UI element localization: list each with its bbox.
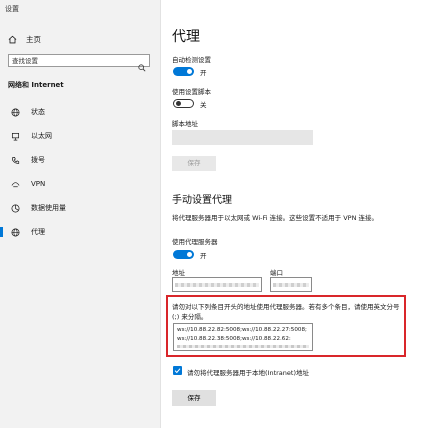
search-icon[interactable] — [138, 57, 146, 76]
sidebar-home[interactable]: 主页 — [8, 32, 41, 46]
sidebar-section-title: 网络和 Internet — [8, 81, 64, 89]
sidebar-item-ethernet[interactable]: 以太网 — [0, 129, 159, 143]
sidebar-home-label: 主页 — [26, 34, 41, 44]
use-proxy-toggle[interactable] — [173, 250, 194, 259]
use-script-label: 使用设置脚本 — [172, 88, 211, 96]
auto-detect-state: 开 — [200, 69, 207, 77]
globe-icon — [9, 108, 21, 117]
sidebar-item-label: VPN — [31, 180, 46, 188]
manual-proxy-description: 将代理服务器用于以太网或 Wi-Fi 连接。这些设置不适用于 VPN 连接。 — [172, 214, 379, 222]
script-save-button: 保存 — [172, 156, 216, 171]
ethernet-icon — [9, 132, 21, 141]
data-usage-icon — [9, 204, 21, 213]
script-address-label: 脚本地址 — [172, 120, 198, 128]
use-script-toggle[interactable] — [173, 99, 194, 108]
port-label: 端口 — [270, 269, 283, 277]
use-script-state: 关 — [200, 101, 207, 109]
script-address-input — [172, 130, 313, 145]
proxy-port-input[interactable] — [270, 277, 312, 292]
sidebar-item-proxy[interactable]: 代理 — [0, 225, 159, 239]
sidebar-item-label: 拨号 — [31, 156, 45, 164]
page-title: 代理 — [172, 29, 200, 45]
manual-proxy-title: 手动设置代理 — [172, 195, 232, 206]
sidebar-item-label: 状态 — [31, 108, 45, 116]
sidebar-item-dialup[interactable]: 拨号 — [0, 153, 159, 167]
globe-icon — [9, 228, 21, 237]
proxy-exceptions-value: ws://10.88.22.82:5008;ws://10.88.22.27:5… — [177, 327, 307, 342]
phone-icon — [9, 156, 21, 165]
sidebar: 设置 主页 网络和 Internet 状态 以太网 拨号 VP — [0, 0, 161, 428]
address-label: 地址 — [172, 269, 185, 277]
proxy-exceptions-textarea[interactable]: ws://10.88.22.82:5008;ws://10.88.22.27:5… — [173, 323, 313, 351]
home-icon — [8, 35, 17, 44]
auto-detect-label: 自动检测设置 — [172, 56, 211, 64]
sidebar-item-label: 以太网 — [31, 132, 52, 140]
sidebar-item-data-usage[interactable]: 数据使用量 — [0, 201, 159, 215]
vpn-icon — [9, 180, 21, 189]
sidebar-item-label: 数据使用量 — [31, 204, 66, 212]
proxy-address-input[interactable] — [172, 277, 262, 292]
exceptions-description: 请勿对以下列条目开头的地址使用代理服务器。若有多个条目，请使用英文分号 (;) … — [172, 303, 400, 321]
search-input[interactable] — [12, 55, 130, 66]
save-button[interactable]: 保存 — [172, 390, 216, 406]
sidebar-item-label: 代理 — [31, 228, 45, 236]
proxy-settings-panel: 代理 自动检测设置 开 使用设置脚本 关 脚本地址 保存 手动设置代理 将代理服… — [160, 0, 432, 428]
sidebar-item-vpn[interactable]: VPN — [0, 177, 159, 191]
settings-search[interactable] — [8, 54, 150, 72]
sidebar-item-status[interactable]: 状态 — [0, 105, 159, 119]
checkmark-icon — [174, 368, 181, 374]
bypass-local-checkbox[interactable] — [173, 366, 182, 375]
bypass-local-label: 请勿将代理服务器用于本地(Intranet)地址 — [187, 369, 309, 377]
auto-detect-toggle[interactable] — [173, 67, 194, 76]
use-proxy-state: 开 — [200, 252, 207, 260]
window-title: 设置 — [5, 5, 19, 13]
use-proxy-label: 使用代理服务器 — [172, 238, 218, 246]
